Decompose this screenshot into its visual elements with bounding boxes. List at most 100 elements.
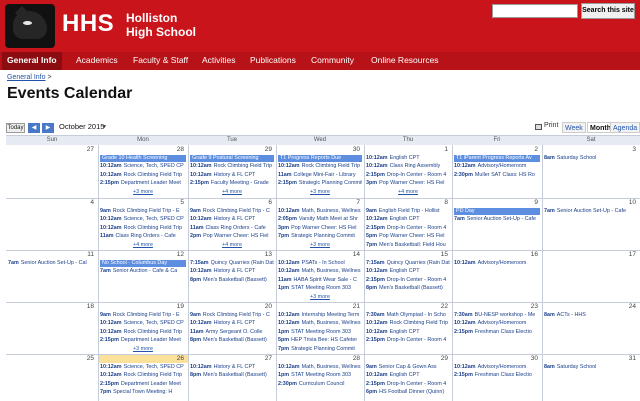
calendar-event[interactable]: 8am ACTs - HHS [544,312,638,320]
calendar-event[interactable]: 8pm Men's Basketball (Bassett) [190,337,274,345]
today-button[interactable]: Today [6,123,25,133]
day-number[interactable]: 12 [104,251,184,258]
school-abbreviation[interactable]: HHS [62,10,114,38]
calendar-event[interactable]: 1pm STAT Meeting Room 303 [278,372,362,380]
calendar-event[interactable]: 10:12am Internship Meeting Term [278,312,362,320]
day-number[interactable]: 5 [104,199,184,206]
calendar-event[interactable]: 10:12am Rock Climbing Field Trip [100,329,186,337]
day-number[interactable]: 16 [458,251,538,258]
day-number[interactable]: 24 [556,303,636,310]
day-number[interactable]: 20 [192,303,272,310]
calendar-event[interactable]: 8pm Men's Basketball (Bassett) [190,372,274,380]
calendar-event[interactable]: 7pm Strategic Planning Commit [278,346,362,354]
day-number[interactable]: 17 [556,251,636,258]
calendar-event[interactable]: 11am Class Ring Orders - Cafe [190,225,274,233]
day-number[interactable]: 26 [104,355,184,362]
calendar-event[interactable]: 10:12am Rock Climbing Field Trip [100,225,186,233]
calendar-event[interactable]: 10:12am History & FL CPT [190,320,274,328]
calendar-event[interactable]: 10:12am Math, Business, Wellnes [278,364,362,372]
nav-item-faculty-staff[interactable]: Faculty & Staff [128,52,193,70]
day-number[interactable]: 30 [458,355,538,362]
day-number[interactable]: 13 [192,251,272,258]
calendar-event[interactable]: 2:15pm Department Leader Meet [100,180,186,188]
more-events-link[interactable]: +3 more [98,346,188,352]
more-events-link[interactable]: +3 more [276,189,364,195]
day-number[interactable]: 22 [368,303,448,310]
calendar-event[interactable]: 7:15am Quincy Quarries (Rain Dat [190,260,274,268]
calendar-event[interactable]: 10:12am Math, Business, Wellnes [278,268,362,276]
school-name-line1[interactable]: Holliston [126,11,177,25]
day-number[interactable]: 15 [368,251,448,258]
calendar-event[interactable]: 2:15pm Department Leader Meet [100,337,186,345]
print-link[interactable]: Print [544,122,558,129]
calendar-event[interactable]: 5pm HEP Trivia Bee: HS Cafeter [278,337,362,345]
calendar-event[interactable]: 2:15pm Drop-In Center - Room 4 [366,172,450,180]
more-events-link[interactable]: +3 more [98,189,188,195]
search-button[interactable]: Search this site [581,3,635,19]
calendar-event[interactable]: 10:12am History & FL CPT [190,268,274,276]
all-day-event[interactable]: Grade 9 Postural Screening [190,154,274,162]
calendar-event[interactable]: 9am Rock Climbing Field Trip - E [100,312,186,320]
nav-item-activities[interactable]: Activities [197,52,241,70]
more-events-link[interactable]: +3 more [276,294,364,300]
calendar-event[interactable]: 11am Army Sergeant O. Colle [190,329,274,337]
calendar-event[interactable]: 2:15pm Freshman Class Electio [454,329,540,337]
calendar-event[interactable]: 1pm STAT Meeting Room 303 [278,329,362,337]
calendar-event[interactable]: 7:30am Math Olympiad - In Scho [366,312,450,320]
calendar-event[interactable]: 5pm Pop Warner Cheer: HS Fiel [366,233,450,241]
calendar-event[interactable]: 2:15pm Drop-In Center - Room 4 [366,277,450,285]
calendar-event[interactable]: 10:12am PSATs - In School [278,260,362,268]
day-number[interactable]: 1 [368,146,448,153]
calendar-event[interactable]: 7:30am BU-NESP workshop - Me [454,312,540,320]
calendar-event[interactable]: 7pm Men's Basketball: Field Hou [366,242,450,250]
nav-item-online-resources[interactable]: Online Resources [366,52,444,70]
more-events-link[interactable]: +4 more [188,189,276,195]
day-number[interactable]: 10 [556,199,636,206]
calendar-event[interactable]: 9am Senior Cap & Gown Ass [366,364,450,372]
calendar-event[interactable]: 10:12am Science, Tech, SPED CP [100,216,186,224]
calendar-event[interactable]: 9am Rock Climbing Field Trip - C [190,312,274,320]
nav-item-general-info[interactable]: General Info [2,52,62,70]
calendar-event[interactable]: 6pm HS Football Dinner (Quinn) [366,389,450,397]
calendar-event[interactable]: 10:12am History & FL CPT [190,216,274,224]
day-number[interactable]: 19 [104,303,184,310]
calendar-event[interactable]: 10:12am English CPT [366,268,450,276]
calendar-event[interactable]: 9am Rock Climbing Field Trip - E [100,208,186,216]
calendar-event[interactable]: 7am Senior Auction Set-Up - Cafe [454,216,540,224]
day-number[interactable]: 28 [280,355,360,362]
more-events-link[interactable]: +4 more [364,189,452,195]
day-number[interactable]: 3 [556,146,636,153]
calendar-event[interactable]: 10:12am Math, Business, Wellnes [278,320,362,328]
calendar-event[interactable]: 8pm Men's Basketball (Bassett) [190,277,274,285]
day-number[interactable]: 14 [280,251,360,258]
calendar-event[interactable]: 10:12am Rock Climbing Field Trip [100,372,186,380]
calendar-event[interactable]: 2:30pm Muller SAT Class: HS Ro [454,172,540,180]
day-number[interactable]: 30 [280,146,360,153]
day-number[interactable]: 21 [280,303,360,310]
day-number[interactable]: 7 [280,199,360,206]
calendar-event[interactable]: 7pm Special Town Meeting: H [100,389,186,397]
nav-item-publications[interactable]: Publications [245,52,301,70]
chevron-right-icon[interactable]: ▶ [42,123,54,133]
all-day-event[interactable]: PD Day [454,207,540,215]
calendar-event[interactable]: 2pm Pop Warner Cheer: HS Fiel [190,233,274,241]
breadcrumb-link-general-info[interactable]: General Info [7,74,46,81]
calendar-event[interactable]: 7am Senior Auction Set-Up - Cafe [544,208,638,216]
calendar-event[interactable]: 10:12am Advisory/Homeroom [454,260,540,268]
calendar-event[interactable]: 7am Senior Auction Set-Up - Cal [8,260,96,268]
calendar-event[interactable]: 3pm Pop Warner Cheer: HS Fiel [278,225,362,233]
calendar-event[interactable]: 9am English Field Trip - Hollist [366,208,450,216]
dropdown-arrow-icon[interactable]: ▼ [102,124,107,130]
day-number[interactable]: 29 [192,146,272,153]
all-day-event[interactable]: No School - Columbus Day [100,259,186,267]
day-number[interactable]: 25 [14,355,94,362]
calendar-event[interactable]: 2:15pm Faculty Meeting - Grade [190,180,274,188]
day-number[interactable]: 28 [104,146,184,153]
chevron-left-icon[interactable]: ◀ [28,123,40,133]
calendar-event[interactable]: 2:15pm Freshman Class Electio [454,372,540,380]
calendar-event[interactable]: 10:12am Science, Tech, SPED CP [100,364,186,372]
view-tab-agenda[interactable]: Agenda [610,122,640,133]
calendar-event[interactable]: 11am College Mini-Fair - Library [278,172,362,180]
school-name-line2[interactable]: High School [126,25,196,39]
calendar-event[interactable]: 10:12am English CPT [366,216,450,224]
